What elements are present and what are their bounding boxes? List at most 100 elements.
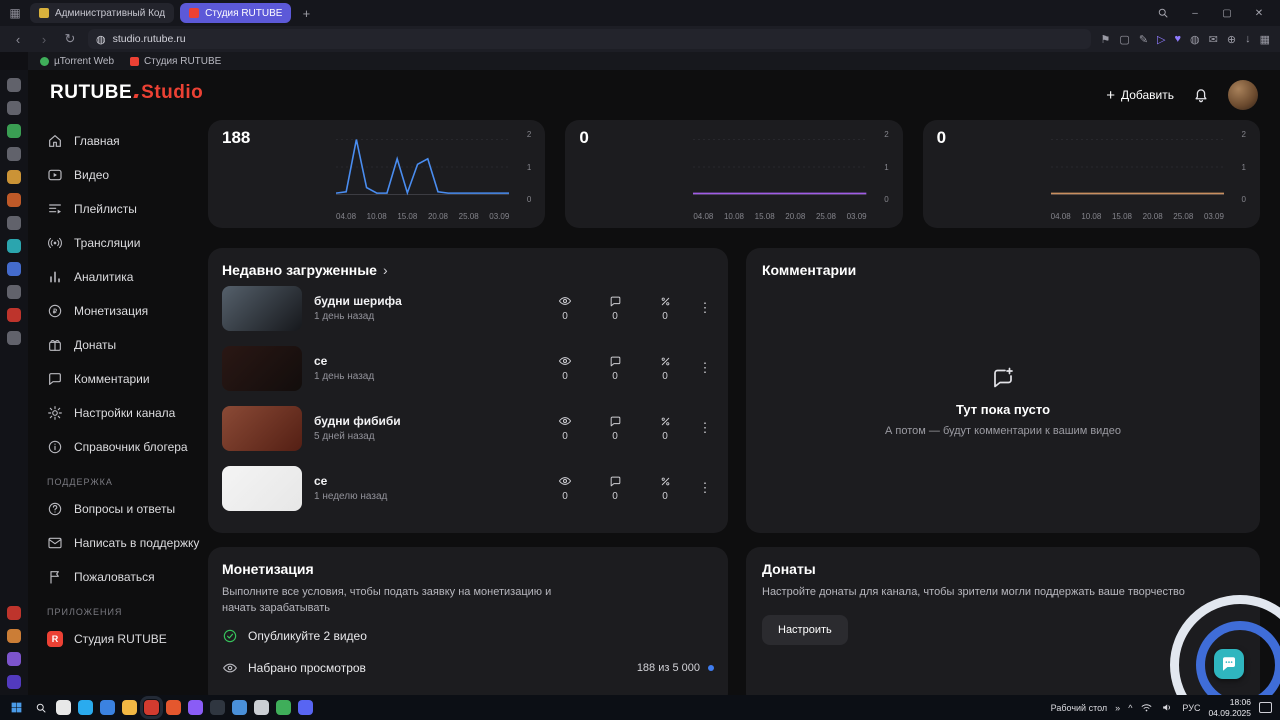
- video-row[interactable]: се 1 неделю назад 0 0 0 ⋮: [222, 458, 714, 518]
- language-indicator[interactable]: РУС: [1182, 703, 1200, 713]
- panel-app-icon[interactable]: [7, 239, 21, 253]
- panel-app-icon[interactable]: [7, 308, 21, 322]
- window-close-button[interactable]: ✕: [1244, 1, 1274, 25]
- sidebar-item-videos[interactable]: Видео: [38, 158, 192, 192]
- stat-card-third[interactable]: 0 210 04.08 10.08 15.08 20.08 25.08 03.09: [922, 120, 1260, 228]
- panel-app-icon[interactable]: [7, 331, 21, 345]
- panel-app-icon[interactable]: [7, 629, 21, 643]
- apps-grid-icon[interactable]: ▦: [1260, 33, 1270, 46]
- tab-search-icon[interactable]: [1148, 1, 1178, 25]
- address-bar[interactable]: ◍ studio.rutube.ru: [88, 29, 1091, 49]
- back-icon[interactable]: ‹: [10, 32, 26, 47]
- panel-app-icon[interactable]: [7, 652, 21, 666]
- taskbar-app-icon[interactable]: [276, 700, 291, 715]
- video-row[interactable]: будни шерифа 1 день назад 0 0 0 ⋮: [222, 278, 714, 338]
- support-chat-button[interactable]: [1214, 649, 1244, 679]
- panel-app-icon[interactable]: [7, 78, 21, 92]
- browser-menu-icon[interactable]: ▦: [6, 4, 24, 22]
- taskbar-app-icon[interactable]: [210, 700, 225, 715]
- panel-app-icon[interactable]: [7, 285, 21, 299]
- taskbar-app-icon[interactable]: [254, 700, 269, 715]
- add-extension-icon[interactable]: ⊕: [1227, 33, 1236, 46]
- sidebar-item-analytics[interactable]: Аналитика: [38, 260, 192, 294]
- window-minimize-button[interactable]: –: [1180, 1, 1210, 25]
- window-maximize-button[interactable]: ▢: [1212, 1, 1242, 25]
- sidebar-item-studio-app[interactable]: R Студия RUTUBE: [38, 622, 192, 656]
- taskbar-app-icon[interactable]: [166, 700, 181, 715]
- sidebar-item-faq[interactable]: Вопросы и ответы: [38, 492, 192, 526]
- stat-card-views[interactable]: 188 210 04.08 10.08 15.08 20.08 25.08 03.09: [208, 120, 546, 228]
- video-menu-button[interactable]: ⋮: [696, 300, 714, 316]
- forward-icon[interactable]: ›: [36, 32, 52, 47]
- browser-tab-rutube-studio[interactable]: Студия RUTUBE: [180, 3, 292, 23]
- video-title: се: [314, 354, 328, 368]
- sidebar-item-blogger-guide[interactable]: Справочник блогера: [38, 430, 192, 464]
- bookmark-utorrent[interactable]: µTorrent Web: [40, 56, 114, 67]
- panel-app-icon[interactable]: [7, 193, 21, 207]
- edit-extension-icon[interactable]: ✎: [1139, 33, 1148, 46]
- video-row[interactable]: будни фибиби 5 дней назад 0 0 0 ⋮: [222, 398, 714, 458]
- tray-chevron-icon[interactable]: ^: [1128, 703, 1132, 713]
- taskbar-app-icon[interactable]: [56, 700, 71, 715]
- taskbar-app-icon-active[interactable]: [140, 696, 163, 719]
- video-thumbnail[interactable]: [222, 345, 302, 391]
- avatar[interactable]: [1228, 80, 1258, 110]
- start-button[interactable]: [8, 699, 25, 716]
- play-extension-icon[interactable]: ▷: [1157, 33, 1165, 46]
- taskbar-search-icon[interactable]: [32, 699, 49, 716]
- flag-extension-icon[interactable]: ⚑: [1101, 33, 1111, 46]
- sidebar-item-home[interactable]: Главная: [38, 124, 192, 158]
- video-thumbnail[interactable]: [222, 405, 302, 451]
- sidebar-item-playlists[interactable]: Плейлисты: [38, 192, 192, 226]
- panel-app-icon[interactable]: [7, 606, 21, 620]
- video-thumbnail[interactable]: [222, 285, 302, 331]
- taskbar-app-icon[interactable]: [78, 700, 93, 715]
- video-thumbnail[interactable]: [222, 465, 302, 511]
- panel-app-icon[interactable]: [7, 124, 21, 138]
- desktop-toolbar-label[interactable]: Рабочий стол: [1051, 703, 1108, 713]
- panel-app-icon[interactable]: [7, 216, 21, 230]
- video-menu-button[interactable]: ⋮: [696, 420, 714, 436]
- recent-uploads-title[interactable]: Недавно загруженные ›: [222, 262, 714, 278]
- taskbar-app-icon[interactable]: [122, 700, 137, 715]
- panel-app-icon[interactable]: [7, 262, 21, 276]
- stat-card-second[interactable]: 0 210 04.08 10.08 15.08 20.08 25.08 03.09: [565, 120, 903, 228]
- browser-tab-admin[interactable]: Административный Код: [30, 3, 175, 23]
- configure-donations-button[interactable]: Настроить: [762, 614, 848, 645]
- globe-extension-icon[interactable]: ◍: [1190, 33, 1200, 46]
- sidebar-item-write-support[interactable]: Написать в поддержку: [38, 526, 199, 560]
- volume-icon[interactable]: [1161, 701, 1174, 714]
- network-icon[interactable]: [1140, 701, 1153, 714]
- video-menu-button[interactable]: ⋮: [696, 360, 714, 376]
- downloads-icon[interactable]: ↓: [1245, 33, 1251, 45]
- panel-app-icon[interactable]: [7, 101, 21, 115]
- sidebar-item-broadcasts[interactable]: Трансляции: [38, 226, 192, 260]
- toolbar-expand-icon[interactable]: »: [1115, 703, 1120, 713]
- refresh-icon[interactable]: ↻: [62, 31, 78, 47]
- taskbar-app-icon[interactable]: [188, 700, 203, 715]
- sidebar-item-comments[interactable]: Комментарии: [38, 362, 192, 396]
- panel-app-icon[interactable]: [7, 675, 21, 689]
- panel-extension-icon[interactable]: ▢: [1119, 33, 1129, 46]
- sidebar-item-report[interactable]: Пожаловаться: [38, 560, 192, 594]
- bookmark-rutube-studio[interactable]: Студия RUTUBE: [130, 56, 221, 67]
- video-row[interactable]: се 1 день назад 0 0 0 ⋮: [222, 338, 714, 398]
- add-button[interactable]: + Добавить: [1106, 88, 1174, 103]
- new-tab-button[interactable]: +: [297, 4, 315, 22]
- notifications-bell-icon[interactable]: [1192, 86, 1210, 104]
- sidebar-item-donations[interactable]: Донаты: [38, 328, 192, 362]
- video-menu-button[interactable]: ⋮: [696, 480, 714, 496]
- favorites-heart-icon[interactable]: ♥: [1175, 33, 1182, 45]
- mail-extension-icon[interactable]: ✉: [1209, 33, 1218, 46]
- taskbar-app-icon[interactable]: [298, 700, 313, 715]
- sidebar-item-monetization[interactable]: Монетизация: [38, 294, 192, 328]
- panel-app-icon[interactable]: [7, 147, 21, 161]
- panel-app-icon[interactable]: [7, 170, 21, 184]
- taskbar-app-icon[interactable]: [100, 700, 115, 715]
- sidebar-item-channel-settings[interactable]: Настройки канала: [38, 396, 192, 430]
- clock[interactable]: 18:06 04.09.2025: [1208, 697, 1251, 718]
- monetization-task-videos: Опубликуйте 2 видео: [222, 623, 714, 649]
- notification-center-icon[interactable]: [1259, 702, 1272, 713]
- rutube-studio-logo[interactable]: RUTUBE Studio: [50, 82, 203, 108]
- taskbar-app-icon[interactable]: [232, 700, 247, 715]
